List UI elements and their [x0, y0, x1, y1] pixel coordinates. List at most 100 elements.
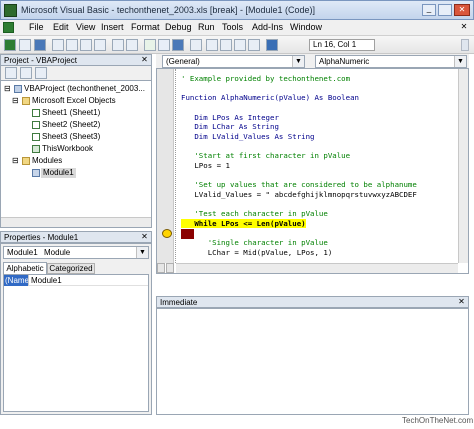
save-icon[interactable] [34, 39, 46, 51]
folder-icon [22, 157, 30, 165]
project-hscrollbar[interactable] [1, 217, 151, 227]
menu-file[interactable]: File [29, 22, 44, 32]
object-browser-icon[interactable] [234, 39, 246, 51]
object-selector[interactable]: Module1 Module ▼ [3, 246, 149, 259]
view-object-icon[interactable] [20, 67, 32, 79]
properties-window-icon[interactable] [220, 39, 232, 51]
menu-close-icon[interactable]: ✕ [459, 22, 469, 32]
tree-thisworkbook[interactable]: ThisWorkbook [42, 144, 93, 154]
property-value[interactable]: Module1 [28, 275, 148, 286]
code-vscrollbar[interactable] [458, 69, 468, 263]
code-line[interactable]: LPos = 1 [181, 161, 230, 170]
toolbar: Ln 16, Col 1 [0, 36, 474, 54]
find-icon[interactable] [94, 39, 106, 51]
procedure-view-icon[interactable] [157, 263, 165, 273]
tree-sheet3[interactable]: Sheet3 (Sheet3) [42, 132, 100, 142]
break-icon[interactable] [158, 39, 170, 51]
project-panel-header: Project - VBAProject ✕ [0, 54, 152, 66]
tree-vbaproject[interactable]: VBAProject (techonthenet_2003... [24, 84, 145, 94]
vba-app-icon [4, 4, 17, 17]
minimize-button[interactable]: _ [422, 4, 436, 16]
tree-sheet2[interactable]: Sheet2 (Sheet2) [42, 120, 100, 130]
menu-run[interactable]: Run [198, 22, 215, 32]
menu-debug[interactable]: Debug [165, 22, 192, 32]
view-excel-icon[interactable] [4, 39, 16, 51]
menu-format[interactable]: Format [131, 22, 160, 32]
code-line[interactable]: LChar = Mid(pValue, LPos, 1) [181, 248, 333, 257]
project-close-icon[interactable]: ✕ [140, 56, 149, 65]
tree-sheet1[interactable]: Sheet1 (Sheet1) [42, 108, 100, 118]
object-dropdown[interactable]: (General) ▼ [162, 55, 305, 68]
sheet-icon [32, 133, 40, 141]
undo-icon[interactable] [112, 39, 124, 51]
tree-expander[interactable]: ⊟ [4, 84, 11, 94]
menu-insert[interactable]: Insert [101, 22, 124, 32]
chevron-down-icon[interactable]: ▼ [292, 56, 304, 67]
insert-module-icon[interactable] [19, 39, 31, 51]
reset-icon[interactable] [172, 39, 184, 51]
code-separator [175, 69, 176, 263]
procedure-dropdown[interactable]: AlphaNumeric ▼ [315, 55, 467, 68]
project-toolbar [0, 66, 152, 80]
properties-panel-header: Properties - Module1 ✕ [0, 231, 152, 243]
code-line[interactable]: LValid_Values = " abcdefghijklmnopqrstuv… [181, 190, 416, 199]
code-line[interactable]: Dim LChar As String [181, 122, 279, 131]
toolbox-icon[interactable] [248, 39, 260, 51]
project-tree: ⊟ VBAProject (techonthenet_2003... ⊟ Mic… [0, 80, 152, 228]
tree-excel-objects[interactable]: Microsoft Excel Objects [32, 96, 116, 106]
excel-menu-icon[interactable] [3, 22, 14, 33]
sheet-icon [32, 121, 40, 129]
code-line[interactable]: ' Example provided by techonthenet.com [181, 74, 350, 83]
code-line[interactable]: Function AlphaNumeric(pValue) As Boolean [181, 93, 359, 102]
folder-icon [22, 97, 30, 105]
code-line[interactable]: 'Test each character in pValue [181, 209, 328, 218]
chevron-down-icon[interactable]: ▼ [136, 247, 148, 258]
full-module-view-icon[interactable] [166, 263, 174, 273]
properties-panel-title: Properties - Module1 [4, 233, 79, 242]
tab-alphabetic[interactable]: Alphabetic [3, 262, 47, 274]
code-dropdown-bar: (General) ▼ AlphaNumeric ▼ [156, 54, 469, 68]
view-code-icon[interactable] [5, 67, 17, 79]
cut-icon[interactable] [52, 39, 64, 51]
execution-arrow-icon [162, 229, 172, 238]
close-button[interactable]: ✕ [454, 4, 470, 16]
tree-expander[interactable]: ⊟ [12, 96, 19, 106]
tab-categorized[interactable]: Categorized [47, 263, 95, 274]
properties-close-icon[interactable]: ✕ [140, 233, 149, 242]
vbaproject-icon [14, 85, 22, 93]
run-icon[interactable] [144, 39, 156, 51]
current-statement-line[interactable]: While LPos <= Len(pValue) [181, 218, 306, 228]
title-bar: Microsoft Visual Basic - techonthenet_20… [0, 0, 474, 20]
code-line[interactable]: 'Single character in pValue [181, 238, 328, 247]
breakpoint-marker [181, 229, 194, 239]
tree-modules[interactable]: Modules [32, 156, 62, 166]
redo-icon[interactable] [126, 39, 138, 51]
project-explorer-icon[interactable] [206, 39, 218, 51]
maximize-button[interactable] [438, 4, 452, 16]
watermark: TechOnTheNet.com [402, 416, 474, 425]
menu-view[interactable]: View [76, 22, 95, 32]
code-line[interactable]: 'Start at first character in pValue [181, 151, 350, 160]
property-name[interactable]: (Name) [4, 275, 32, 286]
menu-tools[interactable]: Tools [222, 22, 243, 32]
design-mode-icon[interactable] [190, 39, 202, 51]
menu-add-ins[interactable]: Add-Ins [252, 22, 283, 32]
immediate-panel-title: Immediate [160, 298, 198, 307]
code-line[interactable]: Dim LValid_Values As String [181, 132, 314, 141]
code-hscrollbar[interactable] [176, 263, 458, 273]
copy-icon[interactable] [66, 39, 78, 51]
menu-window[interactable]: Window [290, 22, 322, 32]
toolbar-options-icon[interactable] [461, 39, 469, 51]
chevron-down-icon[interactable]: ▼ [454, 56, 466, 67]
menu-edit[interactable]: Edit [53, 22, 69, 32]
code-line[interactable]: 'Set up values that are considered to be… [181, 180, 416, 189]
tree-expander[interactable]: ⊟ [12, 156, 19, 166]
tree-module1[interactable]: Module1 [41, 168, 76, 178]
toggle-folders-icon[interactable] [35, 67, 47, 79]
code-line[interactable]: Dim LPos As Integer [181, 113, 279, 122]
help-icon[interactable] [266, 39, 278, 51]
procedure-dropdown-value: AlphaNumeric [319, 57, 370, 66]
immediate-close-icon[interactable]: ✕ [457, 298, 466, 307]
paste-icon[interactable] [80, 39, 92, 51]
immediate-window[interactable] [156, 308, 469, 415]
